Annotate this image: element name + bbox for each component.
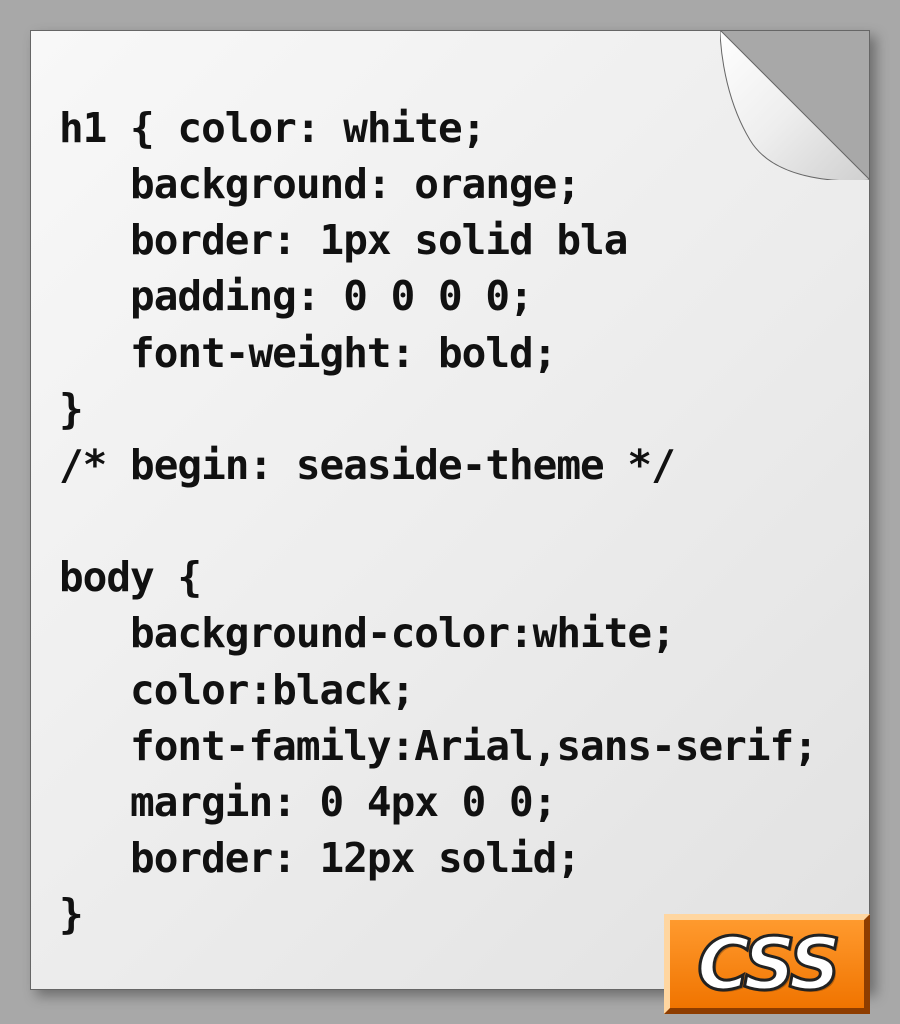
code-block: h1 { color: white; background: orange; b… bbox=[59, 100, 849, 942]
document-page: h1 { color: white; background: orange; b… bbox=[30, 30, 870, 990]
css-badge-label: CSS bbox=[697, 922, 836, 1006]
css-badge: CSS bbox=[664, 914, 870, 1014]
